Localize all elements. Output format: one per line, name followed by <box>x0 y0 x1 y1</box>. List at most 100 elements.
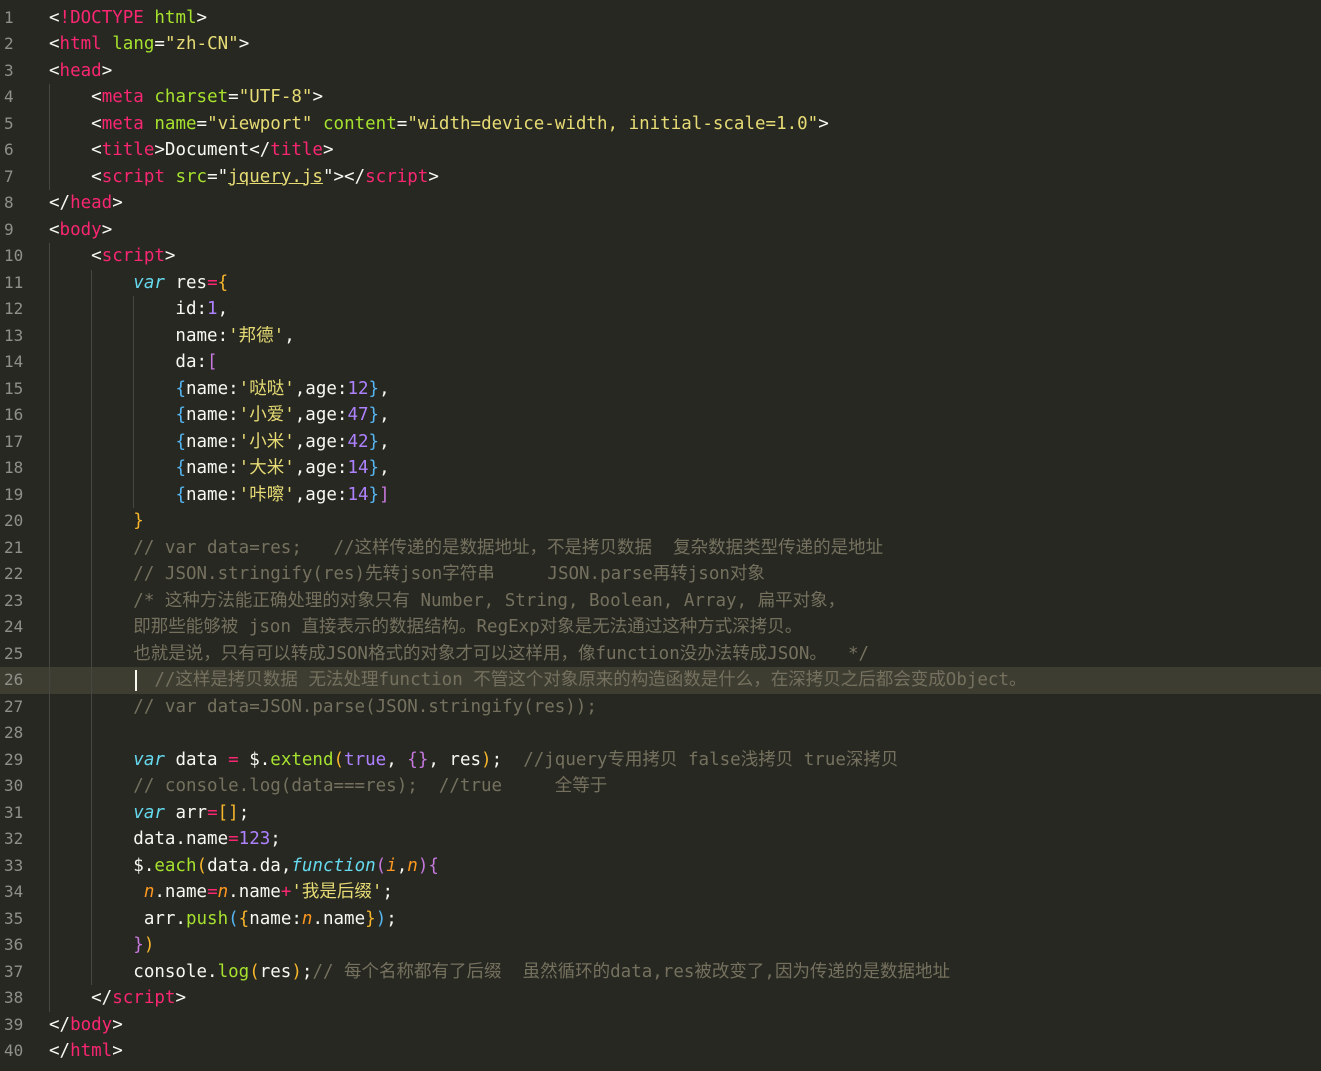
code-line[interactable]: 16 {name:'小爱',age:47}, <box>0 402 1321 429</box>
line-number: 36 <box>4 935 24 954</box>
code-line[interactable]: 13 name:'邦德', <box>0 322 1321 349</box>
code-token: n <box>301 908 313 929</box>
line-number: 19 <box>4 484 24 504</box>
code-line[interactable]: 23 /* 这种方法能正确处理的对象只有 Number, String, Boo… <box>0 587 1321 614</box>
code-line[interactable]: 32 data.name=123; <box>0 826 1321 853</box>
code-line[interactable]: 9 <body> <box>0 217 1321 244</box>
code-line[interactable]: 8 </head> <box>0 190 1321 217</box>
code-token: script <box>101 166 165 187</box>
code-line[interactable]: 38 </script> <box>0 985 1321 1012</box>
line-number: 21 <box>4 537 24 557</box>
code-line[interactable]: 20 } <box>0 508 1321 535</box>
code-token: arr. <box>49 908 186 929</box>
code-line[interactable]: 11 var res={ <box>0 269 1321 296</box>
code-token: 1 <box>207 299 218 319</box>
code-line[interactable]: 35 arr.push({name:n.name}); <box>0 905 1321 932</box>
code-token: jquery.js <box>228 166 323 187</box>
code-text: <script> <box>49 243 175 270</box>
code-line[interactable]: 40 </html> <box>0 1038 1321 1065</box>
code-line[interactable]: 29 var data = $.extend(true, {}, res); /… <box>0 746 1321 774</box>
code-token: arr <box>164 802 208 823</box>
code-line[interactable]: 28 <box>0 720 1321 747</box>
code-token: [ <box>207 352 218 372</box>
code-line[interactable]: 33 $.each(data.da,function(i,n){ <box>0 852 1321 879</box>
code-line[interactable]: 15 {name:'哒哒',age:12}, <box>0 375 1321 403</box>
code-token: > <box>818 113 829 134</box>
line-number: 5 <box>4 113 14 133</box>
code-token: script <box>365 166 429 187</box>
code-token: , <box>284 325 295 346</box>
code-line[interactable]: 31 var arr=[]; <box>0 799 1321 826</box>
code-token: { <box>428 855 439 876</box>
code-text: <html lang="zh-CN"> <box>49 31 249 58</box>
code-line[interactable]: 37 console.log(res);// 每个名称都有了后缀 虽然循环的da… <box>0 958 1321 985</box>
line-number: 32 <box>4 829 24 848</box>
code-line[interactable]: 17 {name:'小米',age:42}, <box>0 428 1321 455</box>
code-text: {name:'哒哒',age:12}, <box>49 376 389 403</box>
code-line[interactable]: 21 // var data=res; //这样传递的是数据地址，不是拷贝数据 … <box>0 534 1321 561</box>
code-token: { <box>217 272 229 293</box>
code-line[interactable]: 4 <meta charset="UTF-8"> <box>0 84 1321 111</box>
code-line[interactable]: 14 da:[ <box>0 349 1321 376</box>
code-line[interactable]: 6 <title>Document</title> <box>0 137 1321 164</box>
code-token: = <box>207 272 218 293</box>
code-text: <head> <box>49 58 112 85</box>
code-token: name: <box>185 458 239 478</box>
code-token: } <box>365 908 376 929</box>
code-line[interactable]: 19 {name:'咔嚓',age:14}] <box>0 481 1321 508</box>
code-token: { <box>175 458 186 478</box>
code-editor[interactable]: 1 <!DOCTYPE html> 2 <html lang="zh-CN"> 3 <he… <box>0 0 1321 1071</box>
code-token: body <box>59 219 102 240</box>
code-line[interactable]: 10 <script> <box>0 243 1321 270</box>
code-token: , res <box>428 749 482 770</box>
code-token: '我是后缀' <box>291 882 383 902</box>
code-token: ) <box>481 749 492 770</box>
code-token: .name <box>312 908 366 929</box>
code-token: n <box>217 882 229 902</box>
code-line[interactable]: 5 <meta name="viewport" content="width=d… <box>0 110 1321 137</box>
code-line[interactable]: 30 // console.log(data===res); //true 全等… <box>0 773 1321 800</box>
code-token: head <box>70 193 113 213</box>
code-line[interactable]: 34 n.name=n.name+'我是后缀'; <box>0 879 1321 906</box>
code-token: < <box>49 140 102 160</box>
code-token: !DOCTYPE <box>59 7 144 28</box>
code-line[interactable]: 22 // JSON.stringify(res)先转json字符串 JSON.… <box>0 561 1321 588</box>
code-line[interactable]: 26 //这样是拷贝数据 无法处理function 不管这个对象原来的构造函数是… <box>0 667 1321 694</box>
code-token: // var data=res; //这样传递的是数据地址，不是拷贝数据 复杂数… <box>133 537 884 558</box>
line-number: 20 <box>4 511 24 530</box>
code-line[interactable]: 27 // var data=JSON.parse(JSON.stringify… <box>0 693 1321 720</box>
line-number: 35 <box>4 908 24 928</box>
code-line[interactable]: 25 也就是说，只有可以转成JSON格式的对象才可以这样用，像function没… <box>0 640 1321 667</box>
code-token: meta <box>101 113 144 134</box>
code-line[interactable]: 39 </body> <box>0 1012 1321 1039</box>
code-text: </html> <box>49 1038 123 1065</box>
code-token: 即那些能够被 json 直接表示的数据结构。RegExp对象是无法通过这种方式深… <box>133 617 803 637</box>
code-token: , <box>396 855 408 876</box>
code-token: > <box>175 988 186 1008</box>
code-line[interactable]: 12 id:1, <box>0 296 1321 323</box>
code-text: var data = $.extend(true, {}, res); //jq… <box>49 747 898 774</box>
code-line[interactable]: 18 {name:'大米',age:14}, <box>0 455 1321 482</box>
code-line[interactable]: 1 <!DOCTYPE html> <box>0 5 1321 32</box>
code-token: "viewport" <box>207 113 313 134</box>
code-line[interactable]: 36 }) <box>0 932 1321 959</box>
line-number: 8 <box>4 193 14 212</box>
code-token: //jquery专用拷贝 false浅拷贝 true深拷贝 <box>523 749 899 770</box>
line-number: 15 <box>4 378 24 398</box>
code-token: } <box>368 431 380 452</box>
code-line[interactable]: 2 <html lang="zh-CN"> <box>0 31 1321 58</box>
code-token: ; <box>238 802 250 823</box>
code-text: id:1, <box>49 296 228 323</box>
code-line[interactable]: 7 <script src="jquery.js"></script> <box>0 163 1321 190</box>
code-line[interactable]: 24 即那些能够被 json 直接表示的数据结构。RegExp对象是无法通过这种… <box>0 614 1321 641</box>
code-text: <body> <box>49 217 112 244</box>
code-token: res <box>259 961 292 982</box>
code-line[interactable]: 3 <head> <box>0 58 1321 85</box>
code-text: //这样是拷贝数据 无法处理function 不管这个对象原来的构造函数是什么，… <box>49 667 1026 694</box>
